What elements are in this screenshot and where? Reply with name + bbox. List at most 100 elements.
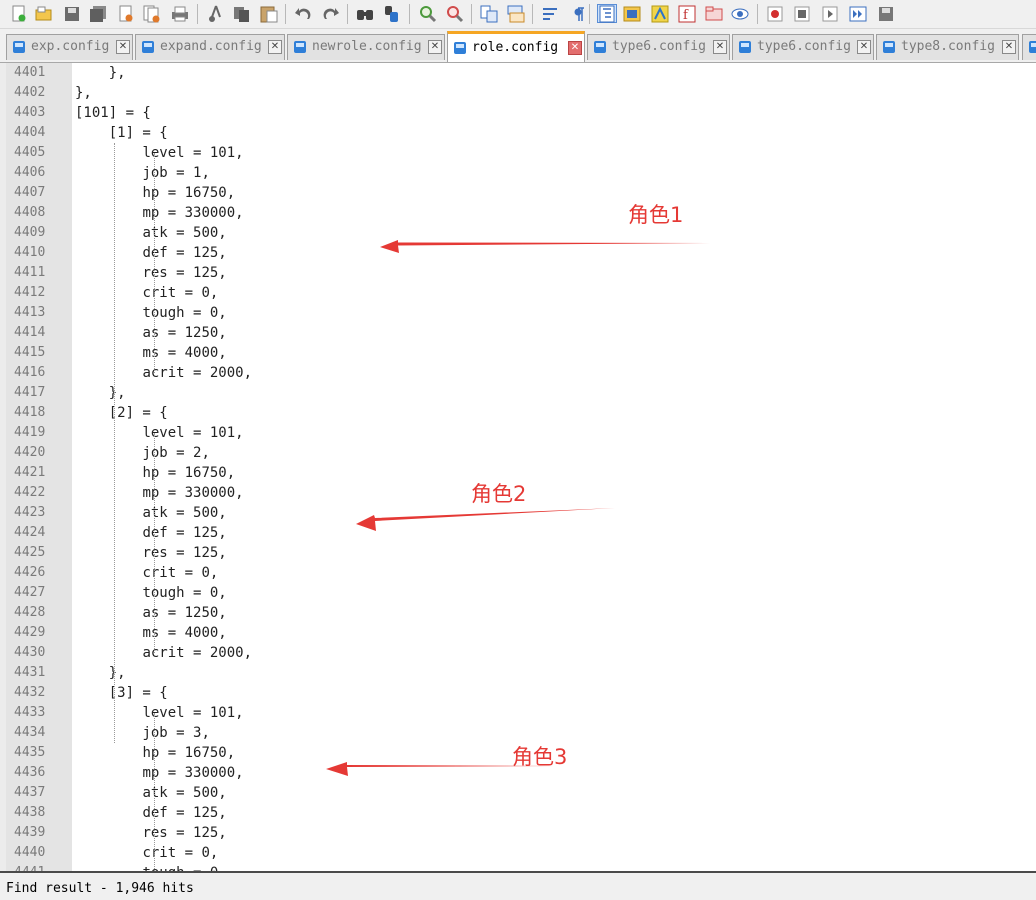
paste-icon[interactable] <box>259 4 279 23</box>
tab-close-icon[interactable]: ✕ <box>116 40 130 54</box>
code-line[interactable]: tough = 0, <box>142 583 226 603</box>
file-tab[interactable]: newrole.config ✕ <box>287 34 445 60</box>
code-line[interactable]: [2] = { <box>109 403 168 423</box>
line-number: 4428 <box>14 605 46 620</box>
undo-icon[interactable] <box>293 4 313 23</box>
code-line[interactable]: [101] = { <box>75 103 151 123</box>
toolbar-separator <box>347 4 348 24</box>
save-macro-icon[interactable] <box>876 4 896 23</box>
save-icon[interactable] <box>62 4 82 23</box>
sync-vertical-icon[interactable] <box>479 4 499 23</box>
replace-icon[interactable] <box>383 4 403 23</box>
code-line[interactable]: hp = 16750, <box>142 743 235 763</box>
code-line[interactable]: atk = 500, <box>142 503 226 523</box>
doc-map-icon[interactable] <box>650 4 670 23</box>
code-line[interactable]: tough = 0, <box>142 863 226 871</box>
code-line[interactable]: tough = 0, <box>142 303 226 323</box>
copy-icon[interactable] <box>232 4 252 23</box>
play-macro-icon[interactable] <box>820 4 840 23</box>
zoom-out-icon[interactable] <box>445 4 465 23</box>
file-tab[interactable]: exp.config ✕ <box>6 34 133 60</box>
tab-close-icon[interactable]: ✕ <box>268 40 282 54</box>
cut-icon[interactable] <box>206 4 226 23</box>
tab-close-icon[interactable]: ✕ <box>713 40 727 54</box>
code-line[interactable]: ms = 4000, <box>142 343 226 363</box>
find-icon[interactable] <box>355 4 375 23</box>
show-all-chars-icon[interactable] <box>569 4 589 23</box>
line-number: 4430 <box>14 645 46 660</box>
code-line[interactable]: res = 125, <box>142 263 226 283</box>
code-line[interactable]: }, <box>109 383 126 403</box>
code-line[interactable]: ms = 4000, <box>142 623 226 643</box>
tab-label: type8.config <box>901 39 995 54</box>
user-language-icon[interactable] <box>622 4 642 23</box>
code-line[interactable]: atk = 500, <box>142 783 226 803</box>
file-tab[interactable]: type6.config ✕ <box>732 34 874 60</box>
code-line[interactable]: as = 1250, <box>142 323 226 343</box>
line-number: 4405 <box>14 145 46 160</box>
file-tab[interactable]: type6.config ✕ <box>587 34 730 60</box>
print-icon[interactable] <box>170 4 190 23</box>
code-line[interactable]: }, <box>109 63 126 83</box>
tab-close-icon[interactable]: ✕ <box>428 40 442 54</box>
line-number: 4412 <box>14 285 46 300</box>
tab-close-icon[interactable]: ✕ <box>568 41 582 55</box>
file-tab[interactable]: role.config ✕ <box>447 31 585 62</box>
code-line[interactable]: def = 125, <box>142 803 226 823</box>
code-line[interactable]: hp = 16750, <box>142 463 235 483</box>
code-line[interactable]: job = 1, <box>142 163 209 183</box>
code-line[interactable]: def = 125, <box>142 243 226 263</box>
code-line[interactable]: [1] = { <box>109 123 168 143</box>
tab-close-icon[interactable]: ✕ <box>857 40 871 54</box>
indent-guide-icon[interactable] <box>597 4 617 23</box>
indent-guide <box>114 143 115 743</box>
code-line[interactable]: as = 1250, <box>142 603 226 623</box>
file-tab[interactable]: type8.config ✕ <box>876 34 1019 60</box>
run-macro-multiple-icon[interactable] <box>848 4 868 23</box>
code-line[interactable]: def = 125, <box>142 523 226 543</box>
code-line[interactable]: res = 125, <box>142 543 226 563</box>
file-save-icon <box>142 41 154 53</box>
code-line[interactable]: acrit = 2000, <box>142 363 252 383</box>
code-line[interactable]: level = 101, <box>142 423 243 443</box>
function-list-icon[interactable]: f <box>677 4 697 23</box>
new-file-icon[interactable] <box>9 4 29 23</box>
annotation-label-1: 角色1 <box>628 203 684 227</box>
close-icon[interactable] <box>116 4 136 23</box>
code-line[interactable]: }, <box>75 83 92 103</box>
code-line[interactable]: mp = 330000, <box>142 483 243 503</box>
file-tab[interactable]: expand.config ✕ <box>135 34 285 60</box>
code-line[interactable]: atk = 500, <box>142 223 226 243</box>
open-file-icon[interactable] <box>34 4 54 23</box>
file-tab-overflow[interactable] <box>1022 34 1036 60</box>
close-all-icon[interactable] <box>142 4 162 23</box>
code-line[interactable]: job = 3, <box>142 723 209 743</box>
code-line[interactable]: mp = 330000, <box>142 763 243 783</box>
code-line[interactable]: mp = 330000, <box>142 203 243 223</box>
stop-record-icon[interactable] <box>792 4 812 23</box>
line-number: 4414 <box>14 325 46 340</box>
save-all-icon[interactable] <box>88 4 108 23</box>
toolbar: f <box>0 0 1036 29</box>
folder-workspace-icon[interactable] <box>704 4 724 23</box>
code-line[interactable]: level = 101, <box>142 143 243 163</box>
code-line[interactable]: [3] = { <box>109 683 168 703</box>
code-line[interactable]: }, <box>109 663 126 683</box>
file-save-icon <box>13 41 25 53</box>
tab-close-icon[interactable]: ✕ <box>1002 40 1016 54</box>
redo-icon[interactable] <box>321 4 341 23</box>
monitor-icon[interactable] <box>730 4 750 23</box>
tab-label: type6.config <box>757 39 851 54</box>
code-line[interactable]: hp = 16750, <box>142 183 235 203</box>
word-wrap-icon[interactable] <box>541 4 561 23</box>
zoom-in-icon[interactable] <box>418 4 438 23</box>
line-number: 4433 <box>14 705 46 720</box>
line-number: 4434 <box>14 725 46 740</box>
code-line[interactable]: job = 2, <box>142 443 209 463</box>
code-line[interactable]: res = 125, <box>142 823 226 843</box>
line-number: 4426 <box>14 565 46 580</box>
code-line[interactable]: level = 101, <box>142 703 243 723</box>
record-macro-icon[interactable] <box>765 4 785 23</box>
sync-horizontal-icon[interactable] <box>506 4 526 23</box>
code-line[interactable]: acrit = 2000, <box>142 643 252 663</box>
